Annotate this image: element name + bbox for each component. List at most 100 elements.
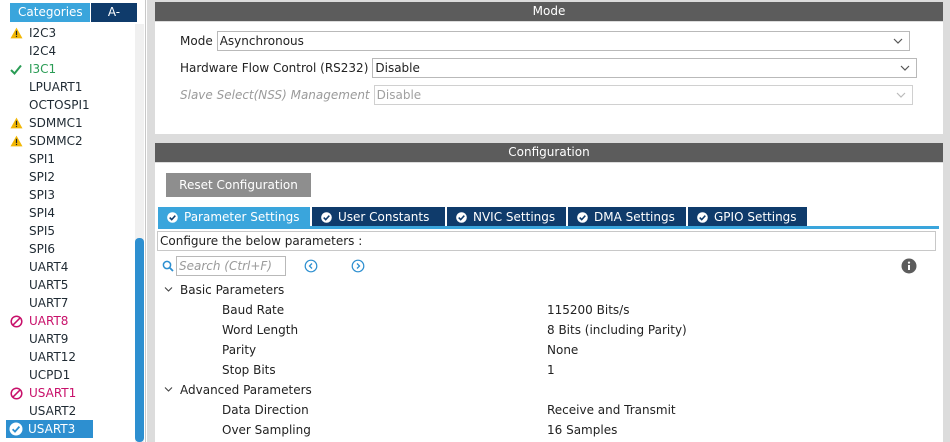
peripheral-label: I2C3 bbox=[29, 26, 57, 40]
peripheral-label: SPI5 bbox=[29, 224, 56, 238]
check-circle-icon bbox=[9, 422, 23, 436]
nss-select[interactable]: Disable bbox=[373, 85, 913, 105]
mode-label: Mode bbox=[180, 34, 213, 48]
tab-label: Parameter Settings bbox=[184, 210, 300, 224]
search-icon bbox=[162, 260, 174, 272]
peripheral-item[interactable]: LPUART1 bbox=[28, 78, 120, 96]
tab-gpio-settings[interactable]: GPIO Settings bbox=[688, 207, 807, 227]
tab-a-to-z[interactable]: A->Z bbox=[90, 3, 137, 38]
peripheral-item[interactable]: SDMMC1 bbox=[10, 114, 120, 132]
parameter-value[interactable]: 1 bbox=[547, 360, 555, 380]
peripheral-label: LPUART1 bbox=[29, 80, 83, 94]
peripheral-label: SDMMC1 bbox=[29, 116, 83, 130]
mode-header: Mode bbox=[155, 2, 943, 21]
peripheral-item[interactable]: SPI6 bbox=[28, 240, 120, 258]
peripheral-label: SPI3 bbox=[29, 188, 56, 202]
tab-user-constants[interactable]: User Constants bbox=[312, 207, 445, 227]
mode-row: Mode Asynchronous bbox=[180, 31, 910, 51]
peripheral-item[interactable]: USART3 bbox=[6, 420, 93, 438]
parameter-row[interactable]: Parity None bbox=[155, 340, 943, 360]
peripheral-list: I2C3 I2C4 I3C1 LPUART1 OCTOSPI1 SDMMC1 SDMMC2 S… bbox=[6, 24, 120, 438]
peripheral-item[interactable]: UART9 bbox=[28, 330, 120, 348]
parameter-value[interactable]: 16 Samples bbox=[547, 420, 617, 440]
peripheral-item[interactable]: USART2 bbox=[28, 402, 120, 420]
previous-icon[interactable] bbox=[304, 259, 318, 273]
search-input[interactable] bbox=[176, 256, 286, 276]
parameter-name: Stop Bits bbox=[222, 363, 276, 377]
parameter-row[interactable]: Baud Rate 115200 Bits/s bbox=[155, 300, 943, 320]
peripheral-label: SPI6 bbox=[29, 242, 56, 256]
parameter-group-label: Basic Parameters bbox=[180, 283, 285, 297]
peripheral-item[interactable]: SPI2 bbox=[28, 168, 120, 186]
peripheral-panel: Categories A->Z I2C3 I2C4 I3C1 LPUART1 OCTOS… bbox=[0, 0, 146, 442]
flow-control-label: Hardware Flow Control (RS232) bbox=[180, 61, 369, 75]
peripheral-item[interactable]: UART4 bbox=[28, 258, 120, 276]
peripheral-item[interactable]: UART8 bbox=[9, 312, 120, 330]
parameter-name: Over Sampling bbox=[222, 423, 311, 437]
status-icon bbox=[9, 314, 23, 328]
reset-configuration-button[interactable]: Reset Configuration bbox=[166, 173, 311, 197]
tab-nvic-settings[interactable]: NVIC Settings bbox=[447, 207, 566, 227]
tab-parameter-settings[interactable]: Parameter Settings bbox=[158, 207, 310, 227]
peripheral-item[interactable]: SDMMC2 bbox=[10, 132, 120, 150]
peripheral-label: UART8 bbox=[29, 314, 69, 328]
parameter-value[interactable]: None bbox=[547, 340, 578, 360]
parameter-row[interactable]: Word Length 8 Bits (including Parity) bbox=[155, 320, 943, 340]
parameter-value[interactable]: 8 Bits (including Parity) bbox=[547, 320, 687, 340]
parameter-tree: Basic Parameters Baud Rate 115200 Bits/s Wo… bbox=[155, 280, 943, 440]
nss-row: Slave Select(NSS) Management Disable bbox=[180, 85, 913, 105]
peripheral-label: USART2 bbox=[29, 404, 77, 418]
status-icon bbox=[9, 422, 23, 436]
flow-control-value: Disable bbox=[375, 61, 420, 75]
flow-control-select[interactable]: Disable bbox=[372, 58, 918, 78]
status-icon bbox=[9, 116, 23, 130]
nss-label: Slave Select(NSS) Management bbox=[180, 88, 370, 102]
peripheral-item[interactable]: UART7 bbox=[28, 294, 120, 312]
scrollbar-thumb[interactable] bbox=[135, 238, 144, 442]
parameter-row[interactable]: Stop Bits 1 bbox=[155, 360, 943, 380]
parameter-value[interactable]: 115200 Bits/s bbox=[547, 300, 629, 320]
parameter-value[interactable]: Receive and Transmit bbox=[547, 400, 676, 420]
peripheral-label: UART5 bbox=[29, 278, 69, 292]
next-icon[interactable] bbox=[351, 259, 365, 273]
tab-dma-settings[interactable]: DMA Settings bbox=[568, 207, 686, 227]
search-row bbox=[162, 256, 365, 276]
peripheral-item[interactable]: OCTOSPI1 bbox=[28, 96, 120, 114]
parameter-row[interactable]: Data Direction Receive and Transmit bbox=[155, 400, 943, 420]
tab-label: User Constants bbox=[338, 210, 430, 224]
parameter-group[interactable]: Basic Parameters bbox=[155, 280, 943, 300]
blocked-icon bbox=[9, 386, 23, 400]
peripheral-item[interactable]: SPI3 bbox=[28, 186, 120, 204]
peripheral-item[interactable]: I2C4 bbox=[28, 42, 120, 60]
tab-underline bbox=[158, 226, 939, 229]
chevron-down-icon bbox=[893, 38, 903, 44]
peripheral-item[interactable]: UCPD1 bbox=[28, 366, 120, 384]
peripheral-label: SPI1 bbox=[29, 152, 56, 166]
peripheral-item[interactable]: SPI1 bbox=[28, 150, 120, 168]
peripheral-item[interactable]: SPI4 bbox=[28, 204, 120, 222]
peripheral-item[interactable]: SPI5 bbox=[28, 222, 120, 240]
parameter-name: Data Direction bbox=[222, 403, 309, 417]
peripheral-item[interactable]: UART12 bbox=[28, 348, 120, 366]
info-icon[interactable] bbox=[901, 258, 917, 274]
parameter-row[interactable]: Over Sampling 16 Samples bbox=[155, 420, 943, 440]
mode-select[interactable]: Asynchronous bbox=[216, 31, 910, 51]
mode-panel: Mode Asynchronous Hardware Flow Control … bbox=[155, 22, 943, 134]
main-area: Mode Mode Asynchronous Hardware Flow Con… bbox=[147, 0, 950, 442]
warning-icon bbox=[10, 27, 22, 39]
status-icon bbox=[9, 62, 23, 76]
status-icon bbox=[9, 386, 23, 400]
tab-label: DMA Settings bbox=[594, 210, 675, 224]
peripheral-item[interactable]: USART1 bbox=[9, 384, 120, 402]
peripheral-item[interactable]: I3C1 bbox=[10, 60, 120, 78]
check-circle-icon bbox=[321, 211, 332, 223]
peripheral-item[interactable]: I2C3 bbox=[10, 24, 120, 42]
tab-categories[interactable]: Categories bbox=[10, 3, 90, 22]
peripheral-label: SDMMC2 bbox=[29, 134, 83, 148]
check-circle-icon bbox=[456, 211, 467, 223]
parameter-group[interactable]: Advanced Parameters bbox=[155, 380, 943, 400]
peripheral-label: UART7 bbox=[29, 296, 69, 310]
configuration-panel: Reset Configuration Parameter Settings Us… bbox=[155, 163, 943, 442]
peripheral-item[interactable]: UART5 bbox=[28, 276, 120, 294]
peripheral-label: SPI2 bbox=[29, 170, 56, 184]
